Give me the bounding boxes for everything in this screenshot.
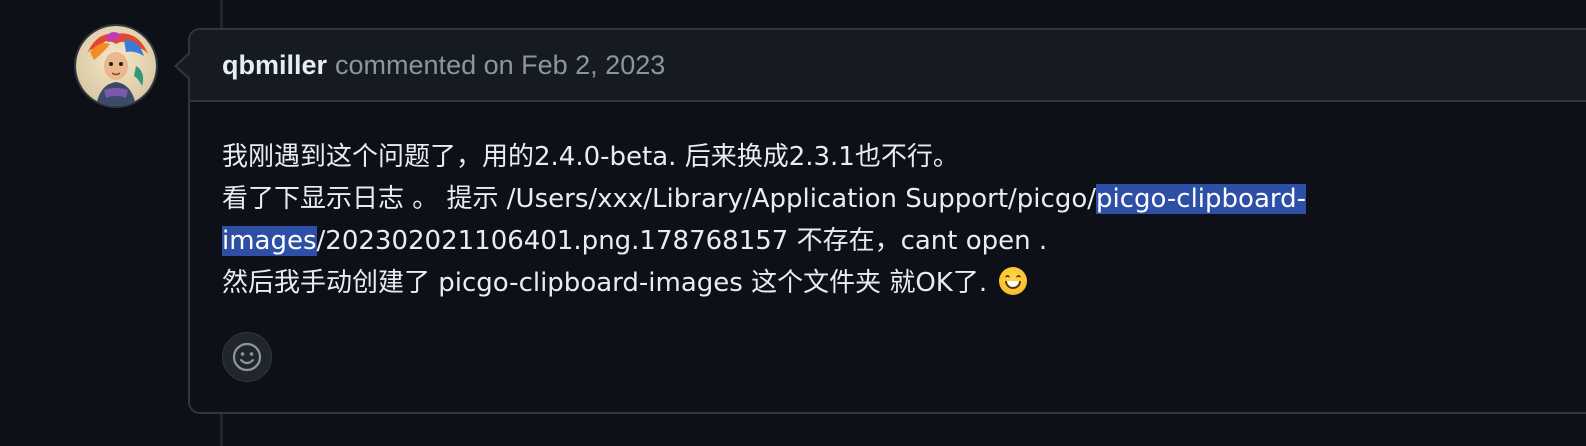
comment-text: 我刚遇到这个问题了，用的2.4.0-beta. 后来换成2.3.1也不行。: [222, 142, 959, 172]
comment-line: 然后我手动创建了 picgo-clipboard-images 这个文件夹 就O…: [222, 262, 1422, 304]
comment-text: 然后我手动创建了 picgo-clipboard-images 这个文件夹 就O…: [222, 268, 996, 298]
comment-caret-fill: [177, 54, 190, 78]
comment-header: qbmiller commented on Feb 2, 2023: [190, 30, 1586, 102]
comment-timestamp[interactable]: commented on Feb 2, 2023: [335, 50, 665, 81]
add-reaction-button[interactable]: [222, 332, 272, 382]
selected-text: images: [222, 226, 317, 256]
comment-line: 我刚遇到这个问题了，用的2.4.0-beta. 后来换成2.3.1也不行。: [222, 136, 1422, 178]
comment-text: /202302021106401.png.178768157 不存在，cant …: [316, 226, 1048, 256]
smiley-icon: [232, 342, 262, 372]
comment-box: qbmiller commented on Feb 2, 2023 我刚遇到这个…: [188, 28, 1586, 414]
comment-line: 看了下显示日志 。 提示 /Users/xxx/Library/Applicat…: [222, 178, 1422, 220]
comment-line: images/202302021106401.png.178768157 不存在…: [222, 220, 1422, 262]
avatar-image: [76, 26, 156, 106]
comment-text: 看了下显示日志 。 提示 /Users/xxx/Library/Applicat…: [222, 184, 1096, 214]
author-link[interactable]: qbmiller: [222, 50, 327, 81]
selected-text: picgo-clipboard-: [1095, 184, 1306, 214]
comment-body: 我刚遇到这个问题了，用的2.4.0-beta. 后来换成2.3.1也不行。 看了…: [222, 136, 1422, 304]
avatar[interactable]: [76, 26, 156, 106]
grinning-face-icon: [999, 267, 1028, 295]
